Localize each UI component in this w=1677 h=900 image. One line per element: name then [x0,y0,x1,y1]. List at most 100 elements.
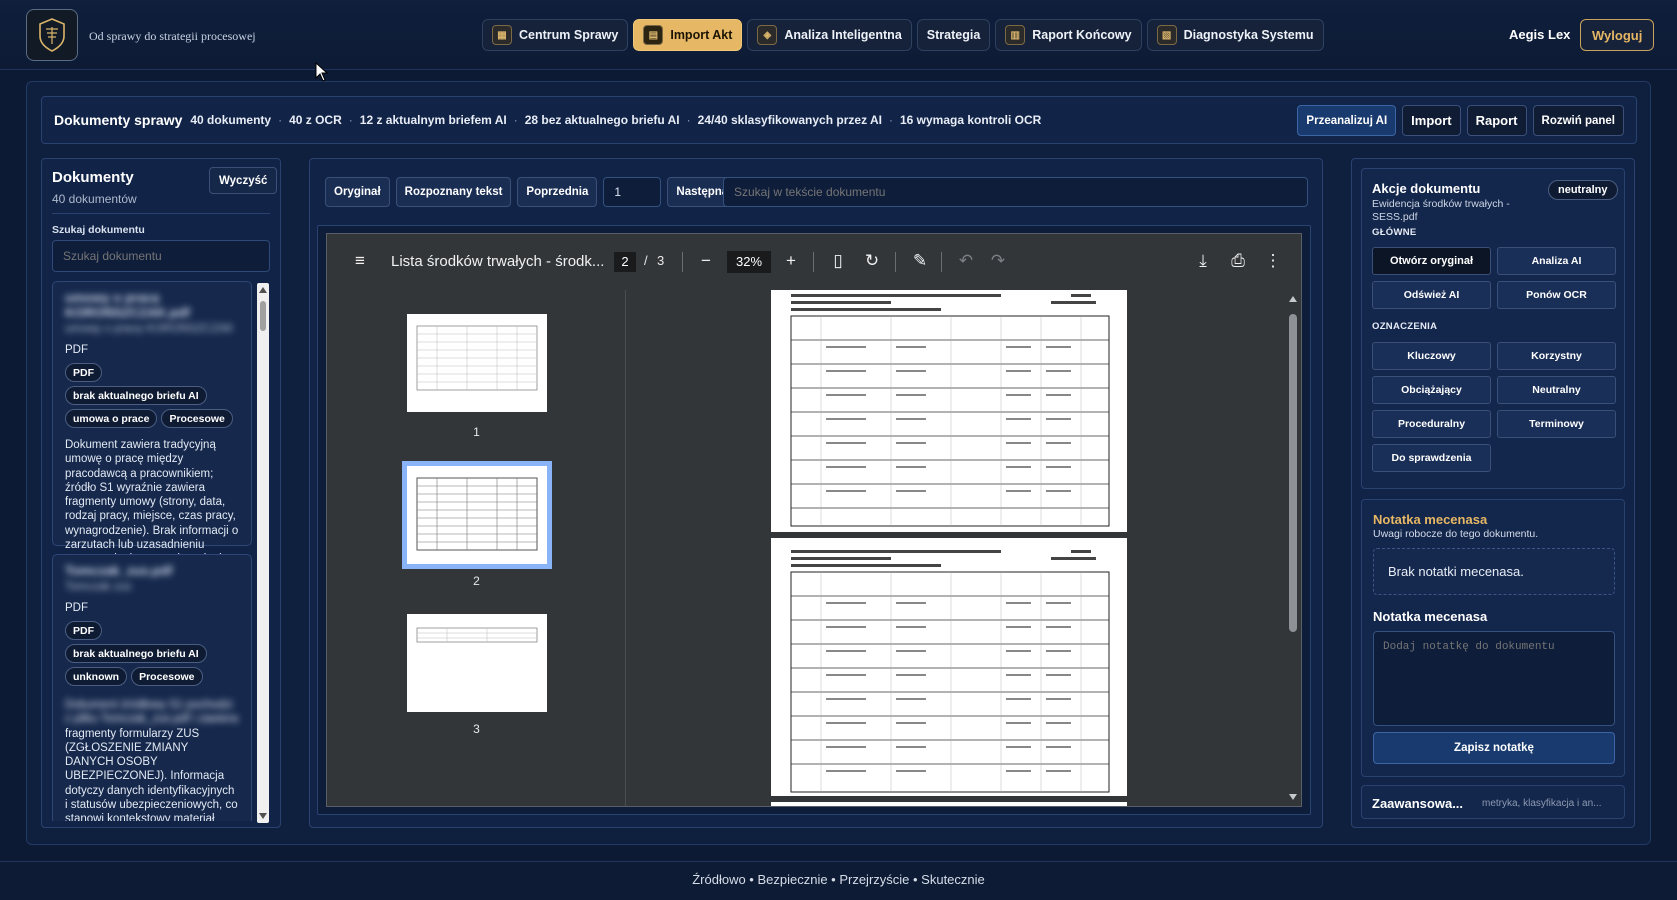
document-list-scrollbar[interactable] [257,283,269,823]
mark-key-button[interactable]: Kluczowy [1372,342,1491,370]
nav-label: Diagnostyka Systemu [1183,28,1314,42]
document-subtitle: Tomczak zus [65,581,132,593]
print-icon[interactable]: ⎙ [1227,250,1249,272]
pdf-viewer: ≡ Lista środków trwałych - środk... 2 / … [326,233,1302,807]
search-label: Szukaj dokumentu [52,224,145,236]
tag: PDF [65,621,102,640]
empty-note-placeholder: Brak notatki mecenasa. [1373,548,1615,595]
page-thumbnail-selected[interactable] [402,461,552,569]
scroll-thumb[interactable] [1289,314,1297,632]
download-icon[interactable]: ⤓ [1192,250,1214,272]
thumbnail-page-number: 1 [473,425,480,439]
attorney-notes: Notatka mecenasa Uwagi robocze do tego d… [1361,499,1625,777]
viewer-toolbar: Oryginał Rozpoznany tekst Poprzednia Nas… [325,177,738,207]
divider [52,213,270,214]
stat-without-brief: 28 bez aktualnego briefu AI [524,113,680,127]
stat-with-brief: 12 z aktualnym briefem AI [359,113,507,127]
logout-button[interactable]: Wyloguj [1580,19,1655,51]
documents-panel: Dokumenty 40 dokumentów Wyczyść Szukaj d… [41,158,281,828]
mark-favorable-button[interactable]: Korzystny [1497,342,1616,370]
documents-count: 40 dokumentów [52,192,137,206]
document-card[interactable]: Tomczak_zus.pdf Tomczak zus PDF PDF brak… [52,554,252,821]
tag: brak aktualnego briefu AI [65,386,207,405]
toolbar-divider [941,252,942,272]
fit-page-icon[interactable]: ▯ [827,250,849,272]
page-number-input[interactable] [603,177,662,207]
tag: unknown [65,667,128,686]
scroll-down-icon[interactable] [1289,794,1297,800]
mark-incriminating-button[interactable]: Obciążający [1372,376,1491,404]
briefcase-icon: ▦ [492,25,512,45]
nav-import-akt[interactable]: ▤ Import Akt [633,19,743,51]
scroll-thumb[interactable] [260,301,266,331]
nav-centrum-sprawy[interactable]: ▦ Centrum Sprawy [482,19,629,51]
app-logo[interactable] [26,9,78,61]
pdf-scrollbar[interactable] [1285,290,1301,806]
case-summary-bar: Dokumenty sprawy 40 dokumenty · 40 z OCR… [41,96,1637,144]
document-description-hidden: Dokument źródłowy S1 pochodzi z pliku To… [65,699,238,726]
footer: Źródłowo • Bezpiecznie • Przejrzyście • … [0,861,1677,900]
scroll-up-icon[interactable] [259,287,267,293]
scroll-up-icon[interactable] [1289,296,1297,302]
zoom-out-icon[interactable]: − [695,250,717,272]
mark-deadline-button[interactable]: Terminowy [1497,410,1616,438]
ai-analysis-button[interactable]: Analiza AI [1497,247,1616,275]
toolbar-divider [895,252,896,272]
redo-icon[interactable]: ↷ [987,250,1009,272]
more-options-icon[interactable]: ⋮ [1262,250,1284,272]
recognized-text-button[interactable]: Rozpoznany tekst [395,177,512,207]
refresh-ai-button[interactable]: Odśwież AI [1372,281,1491,309]
document-name: umowy o pracę KOROŃSZCZAK.pdf [65,290,190,320]
stat-ocr-check: 16 wymaga kontroli OCR [899,113,1042,127]
open-original-button[interactable]: Otwórz oryginał [1372,247,1491,275]
user-name: Aegis Lex [1509,27,1571,42]
document-search-input[interactable] [52,240,270,272]
nav-strategia[interactable]: Strategia [916,19,991,51]
document-description: Dokument zawiera tradycyjną umowę o prac… [65,439,239,565]
save-note-button[interactable]: Zapisz notatkę [1373,732,1615,764]
original-button[interactable]: Oryginał [325,177,390,207]
advanced-section-toggle[interactable]: Zaawansowa... metryka, klasyfikacja i an… [1361,785,1625,819]
expand-panel-button[interactable]: Rozwiń panel [1532,105,1624,136]
nav-raport-koncowy[interactable]: ▥ Raport Końcowy [995,19,1142,51]
page-table-graphic [790,550,1110,793]
main-nav: ▦ Centrum Sprawy ▤ Import Akt ◈ Analiza … [482,19,1324,51]
clear-button[interactable]: Wyczyść [209,167,278,194]
menu-icon[interactable]: ≡ [349,250,371,272]
note-textarea[interactable] [1373,631,1615,726]
mouse-cursor-icon [315,62,329,82]
mark-to-check-button[interactable]: Do sprawdzenia [1372,444,1491,472]
document-card[interactable]: umowy o pracę KOROŃSZCZAK.pdf umowy o pr… [52,281,252,565]
top-bar: Od sprawy do strategii procesowej ▦ Cent… [0,0,1677,70]
rotate-icon[interactable]: ↻ [861,250,883,272]
advanced-title: Zaawansowa... [1372,796,1464,811]
nav-analiza-inteligentna[interactable]: ◈ Analiza Inteligentna [747,19,912,51]
scroll-down-icon[interactable] [259,813,267,819]
undo-icon[interactable]: ↶ [955,250,977,272]
zoom-in-icon[interactable]: + [780,250,802,272]
stat-classified: 24/40 sklasyfikowanych przez AI [697,113,882,127]
nav-label: Centrum Sprawy [519,28,619,42]
annotate-icon[interactable]: ✎ [909,250,931,272]
page-thumbnail[interactable] [407,614,547,712]
page-thumbnail[interactable] [407,314,547,412]
previous-page-button[interactable]: Poprzednia [517,177,598,207]
analyze-ai-button[interactable]: Przeanalizuj AI [1297,105,1397,136]
mark-procedural-button[interactable]: Proceduralny [1372,410,1491,438]
import-button[interactable]: Import [1402,105,1461,136]
document-description: fragmenty formularzy ZUS (ZGŁOSZENIE ZMI… [65,727,238,821]
pdf-page-input[interactable]: 2 [614,252,636,272]
pdf-zoom-input[interactable]: 32% [727,251,771,273]
mark-neutral-button[interactable]: Neutralny [1497,376,1616,404]
advanced-description: metryka, klasyfikacja i an... [1482,798,1602,809]
pdf-thumbnails: 1 2 3 [327,290,626,806]
document-text-search-input[interactable] [723,177,1308,207]
tag: PDF [65,363,102,382]
nav-label: Strategia [926,28,981,42]
stat-ocr: 40 z OCR [289,113,342,127]
tag: Procesowe [161,409,233,428]
nav-diagnostyka-systemu[interactable]: ▧ Diagnostyka Systemu [1146,19,1324,51]
summary-actions: Przeanalizuj AI Import Raport Rozwiń pan… [1297,105,1624,136]
retry-ocr-button[interactable]: Ponów OCR [1497,281,1616,309]
report-button[interactable]: Raport [1466,105,1527,136]
